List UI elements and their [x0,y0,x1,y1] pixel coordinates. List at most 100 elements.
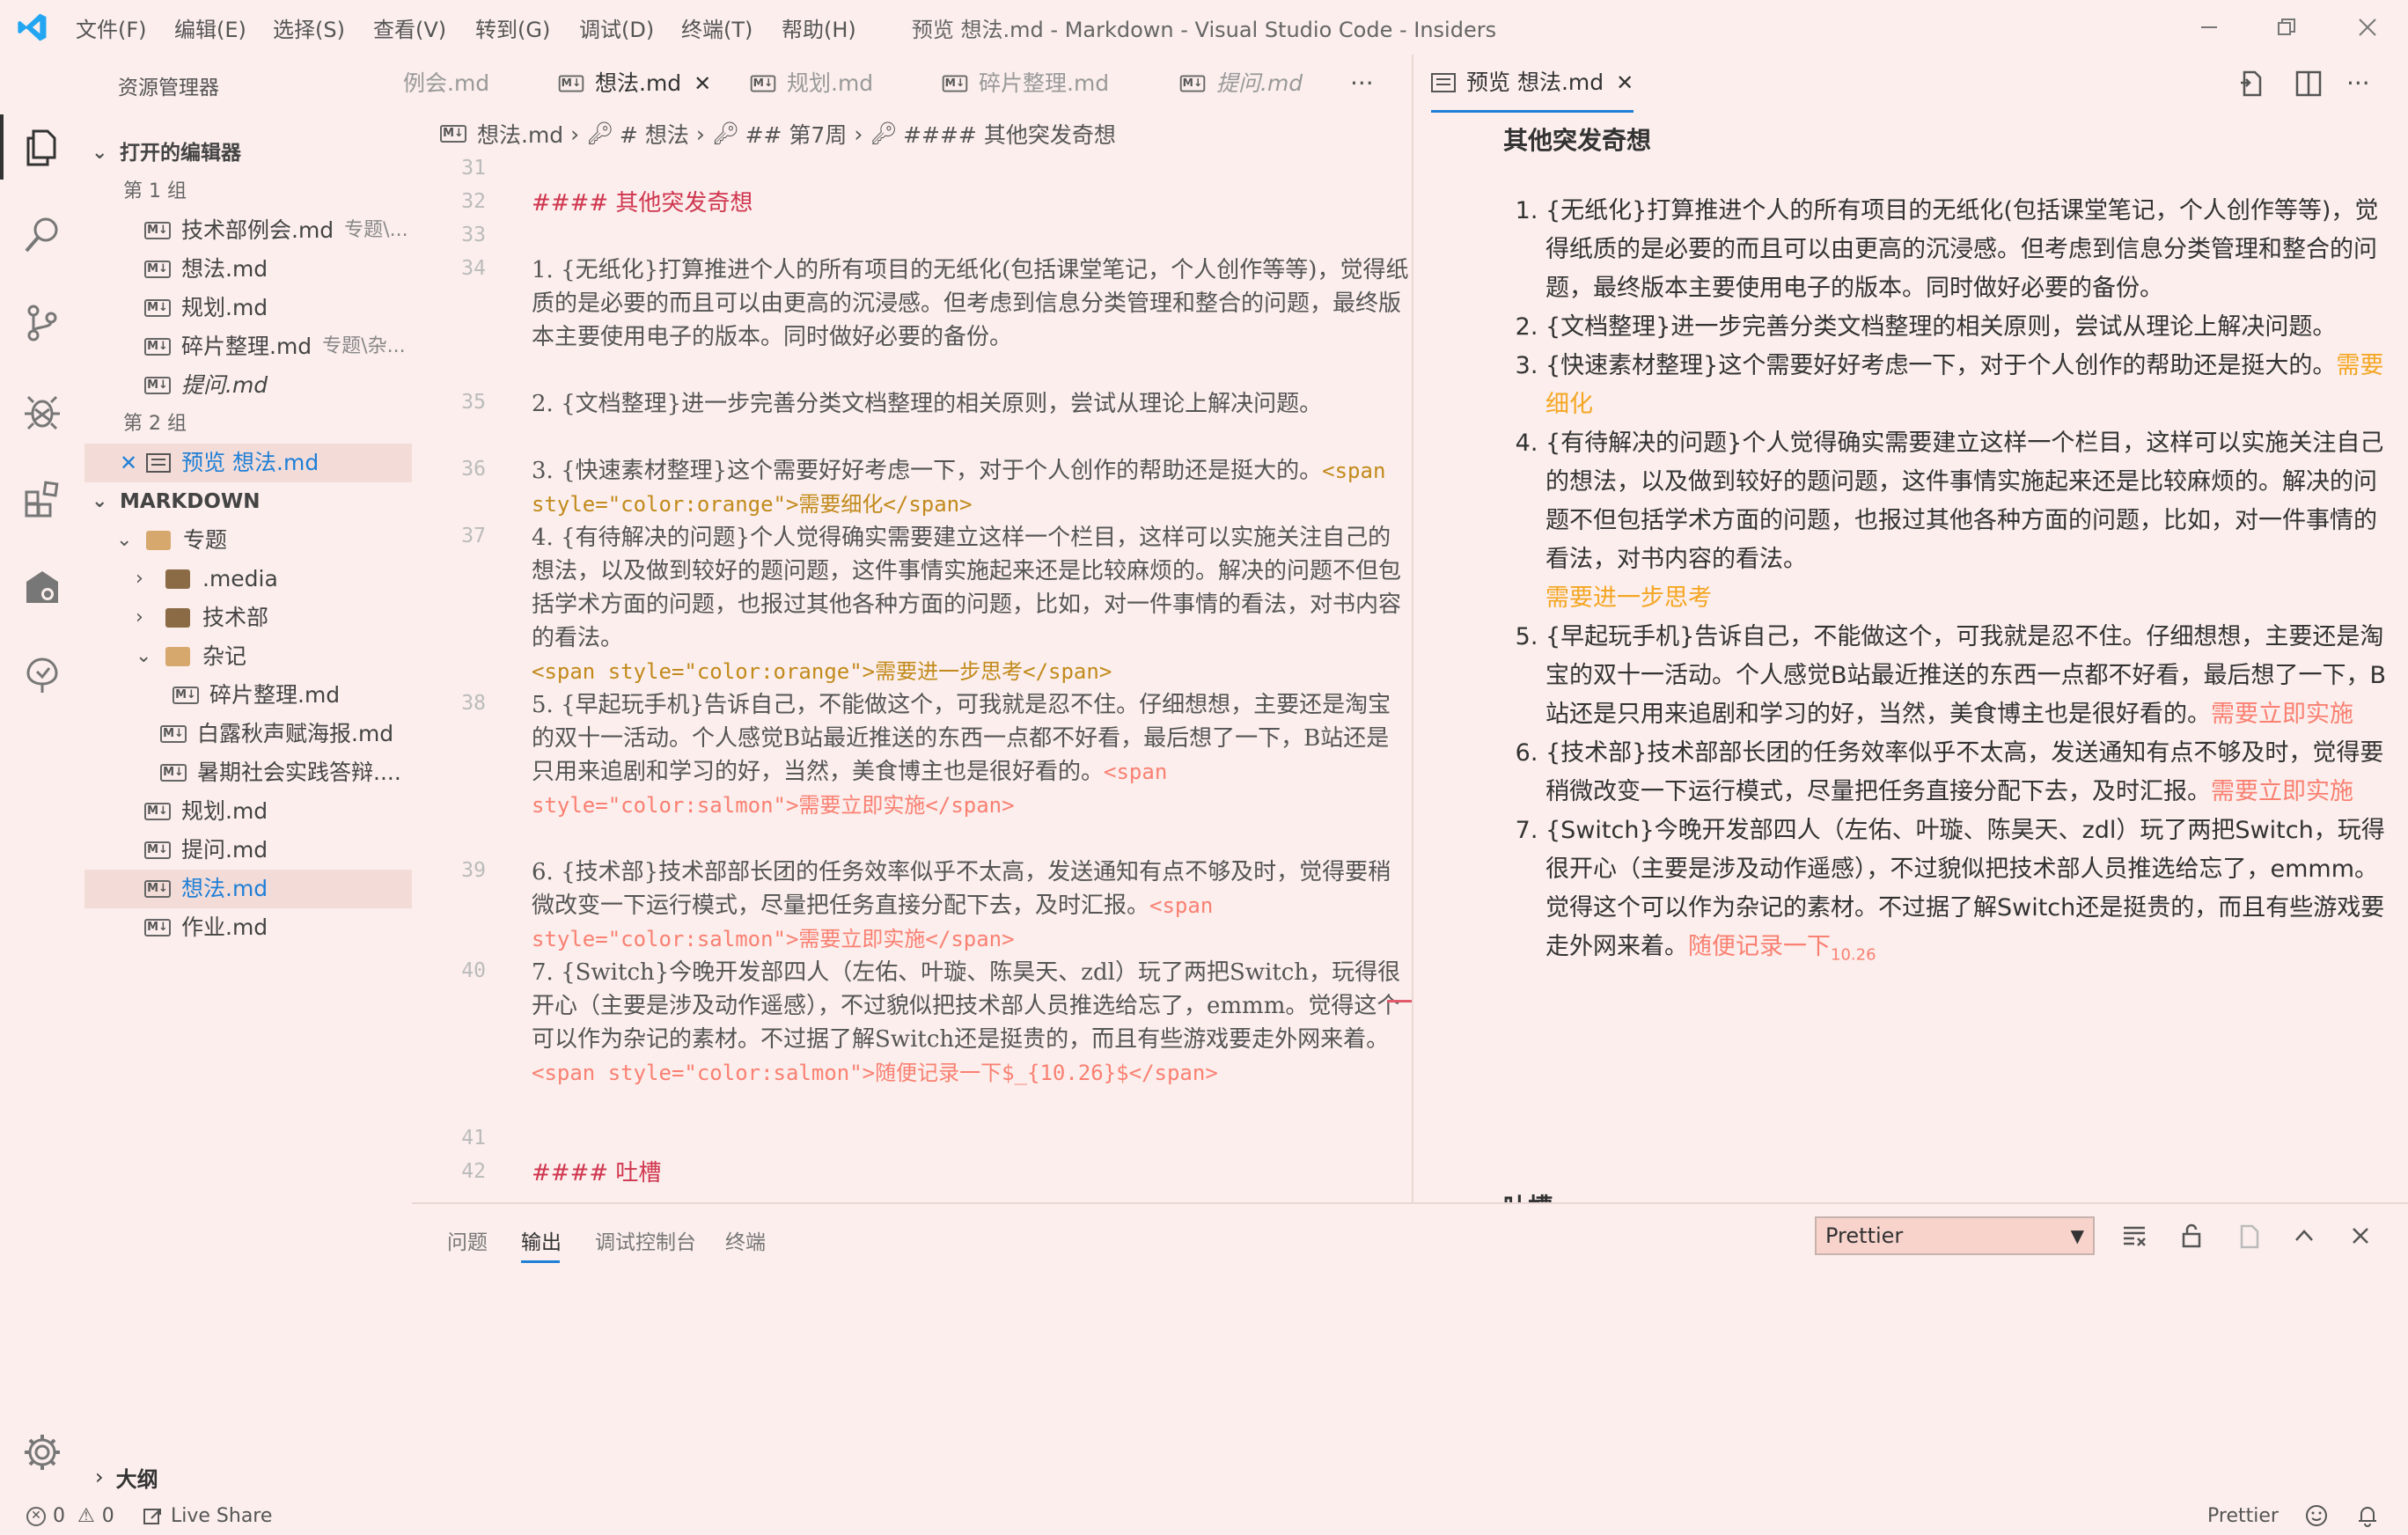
open-editors-header[interactable]: ⌄ 打开的编辑器 [84,134,412,173]
open-log-button[interactable] [2228,1216,2267,1255]
panel-tab-output[interactable]: 输出 [521,1225,562,1255]
explorer-icon[interactable] [16,121,69,173]
settings-gear-icon[interactable] [16,1426,69,1479]
title-bar: 文件(F) 编辑(E) 选择(S) 查看(V) 转到(G) 调试(D) 终端(T… [0,0,2408,55]
code-editor[interactable]: 31 32 33 34 35 36 37 38 39 40 41 42 ####… [412,155,1412,1202]
panel-tab-problems[interactable]: 问题 [447,1225,488,1255]
maximize-panel-button[interactable] [2285,1216,2324,1255]
panel-tab-debug-console[interactable]: 调试控制台 [595,1225,696,1255]
extensions-icon[interactable] [16,473,69,525]
live-share-icon[interactable] [16,649,69,701]
menu-terminal[interactable]: 终端(T) [681,12,752,43]
clear-output-button[interactable] [2116,1216,2155,1255]
markdown-file-icon: M↓ [160,764,187,782]
debug-icon[interactable] [16,385,69,437]
close-window-button[interactable] [2341,7,2394,48]
menu-edit[interactable]: 编辑(E) [174,12,246,43]
lock-scroll-button[interactable] [2172,1216,2211,1255]
chevron-down-icon: ⌄ [116,529,133,551]
active-tab-indicator [521,1260,560,1263]
code-line-37: 4. {有待解决的问题}个人觉得确实需要建立这样一个栏目，这样可以实施关注自己的… [532,521,1412,688]
tab-lihui[interactable]: 例会.md [403,55,509,113]
symbol-key-icon: 🔑︎ [870,121,899,146]
menu-selection[interactable]: 选择(S) [273,12,345,43]
file-name: 提问.md [181,372,268,398]
source-control-icon[interactable] [16,297,69,349]
tab-xiangfa[interactable]: M↓ 想法.md ✕ [558,55,711,113]
folder-jishubu[interactable]: › 技术部 [136,599,268,637]
open-editor-item[interactable]: M↓ 碎片整理.md 专题\杂... [144,327,412,366]
select-value: Prettier [1825,1223,1904,1248]
menu-go[interactable]: 转到(G) [475,12,550,43]
menu-help[interactable]: 帮助(H) [782,12,856,43]
code-line-34: 1. {无纸化}打算推进个人的所有项目的无纸化(包括课堂笔记，个人创作等等)，觉… [532,257,1409,350]
tree-file[interactable]: M↓ 暑期社会实践答辩.... [160,753,412,792]
code-line-35: 2. {文档整理}进一步完善分类文档整理的相关原则，尝试从理论上解决问题。 [532,391,1323,417]
file-name: 白露秋声赋海报.md [197,721,394,746]
open-editor-item[interactable]: M↓ 想法.md [144,250,412,289]
line-number: 37 [461,525,486,547]
notifications-button[interactable] [2355,1503,2380,1533]
breadcrumb-item[interactable]: #### 其他突发奇想 [903,118,1116,150]
tree-file[interactable]: M↓ 碎片整理.md [173,676,340,715]
tree-file[interactable]: M↓ 作业.md [144,908,268,947]
folder-zhuanti[interactable]: ⌄ 专题 [116,521,227,560]
line-number: 39 [461,859,486,882]
menu-debug[interactable]: 调试(D) [579,12,654,43]
minimize-button[interactable] [2183,7,2235,48]
open-editor-item[interactable]: M↓ 规划.md [144,289,412,327]
code-line-36: 3. {快速素材整理}这个需要好好考虑一下，对于个人创作的帮助还是挺大的。<sp… [532,454,1412,521]
code-span-tag: <span style="color:salmon">随便记录一下$_{10.2… [532,1061,1218,1085]
breadcrumb-item[interactable]: 想法.md [477,118,563,150]
split-editor-button[interactable] [2294,55,2324,113]
close-panel-button[interactable] [2341,1216,2380,1255]
close-tab-icon[interactable]: ✕ [1616,54,1633,112]
tab-guihua[interactable]: M↓ 规划.md [750,55,873,113]
open-editor-preview-item[interactable]: ✕ 预览 想法.md [84,444,412,482]
list-item: {Switch}今晚开发部四人（左佑、叶璇、陈昊天、zdl）玩了两把Switch… [1545,812,2390,974]
line-number: 35 [461,391,486,414]
code-heading: #### 吐槽 [532,1160,662,1186]
breadcrumb-item[interactable]: ## 第7周 [745,118,848,150]
live-share-label: Live Share [171,1505,273,1527]
live-share-status[interactable]: Live Share [143,1505,272,1527]
code-text: 6. {技术部}技术部部长团的任务效率似乎不太高，发送通知有点不够及时，觉得要稍… [532,859,1391,919]
tab-preview[interactable]: 预览 想法.md ✕ [1431,54,1634,113]
symbol-key-icon: 🔑︎ [586,121,614,146]
tab-tiwen[interactable]: M↓ 提问.md [1179,55,1303,113]
search-icon[interactable] [16,209,69,261]
tree-file-selected[interactable]: M↓ 想法.md [84,870,412,908]
remote-explorer-icon[interactable] [16,561,69,613]
output-channel-select[interactable]: Prettier ▼ [1815,1216,2095,1255]
close-editor-icon[interactable]: ✕ [120,444,137,482]
markdown-file-icon: M↓ [440,125,466,143]
markdown-preview[interactable]: 其他突发奇想 {无纸化}打算推进个人的所有项目的无纸化(包括课堂笔记，个人创作等… [1412,113,2408,1202]
folder-media[interactable]: › .media [136,560,278,599]
folder-zaji[interactable]: ⌄ 杂记 [136,637,246,676]
open-editor-item[interactable]: M↓ 技术部例会.md 专题\... [144,211,412,250]
workspace-label: MARKDOWN [120,490,261,513]
tree-file[interactable]: M↓ 提问.md [144,831,268,870]
restore-button[interactable] [2260,7,2313,48]
outline-header[interactable]: › 大纲 [84,1458,412,1496]
tab-suipian[interactable]: M↓ 碎片整理.md [942,55,1109,113]
preview-next-heading: 吐槽 [1503,1188,1553,1202]
breadcrumb: M↓ 想法.md › 🔑︎ # 想法 › 🔑︎ ## 第7周 › 🔑︎ ####… [412,113,1412,155]
tab-label: 规划.md [787,70,874,96]
menu-view[interactable]: 查看(V) [373,12,446,43]
problems-status[interactable]: ✕ 0 ⚠ 0 [26,1505,114,1527]
prettier-status[interactable]: Prettier [2207,1505,2279,1527]
code-text: 7. {Switch}今晚开发部四人（左佑、叶璇、陈昊天、zdl）玩了两把Swi… [532,959,1401,1053]
breadcrumb-item[interactable]: # 想法 [620,118,689,150]
close-tab-icon[interactable]: ✕ [694,55,711,113]
tree-file[interactable]: M↓ 规划.md [144,792,268,831]
panel-tab-terminal[interactable]: 终端 [725,1225,766,1255]
open-editor-item[interactable]: M↓ 提问.md [144,366,412,405]
more-actions-button[interactable]: ··· [2346,55,2370,113]
workspace-header[interactable]: ⌄ MARKDOWN [84,482,412,521]
open-source-button[interactable] [2237,55,2267,113]
tree-file[interactable]: M↓ 白露秋声赋海报.md [160,715,412,753]
more-actions-button[interactable]: ··· [1350,55,1374,113]
menu-file[interactable]: 文件(F) [76,12,147,43]
feedback-button[interactable] [2304,1503,2329,1533]
